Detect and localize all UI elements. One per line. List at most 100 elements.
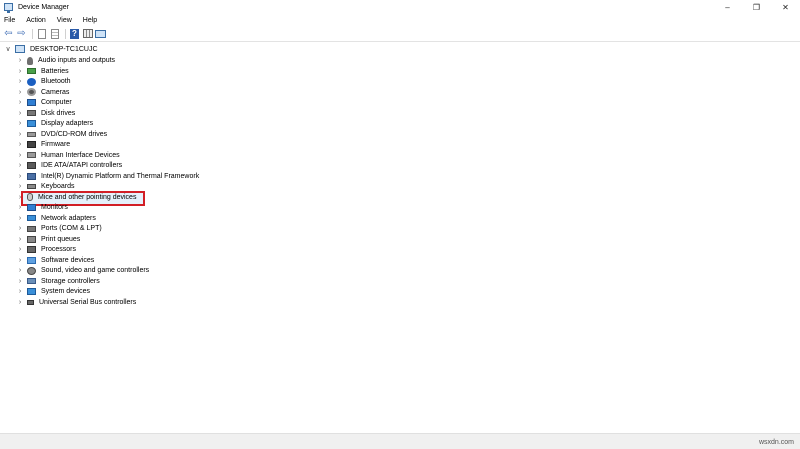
tree-item[interactable]: › DVD/CD-ROM drives <box>16 129 107 139</box>
scan-monitor-icon <box>95 29 106 38</box>
chevron-right-icon[interactable]: › <box>16 152 24 159</box>
chevron-right-icon[interactable]: › <box>16 120 24 127</box>
chevron-right-icon[interactable]: › <box>16 194 24 201</box>
view-resources-button[interactable] <box>82 28 93 39</box>
help-icon: ? <box>70 28 79 39</box>
tree-item[interactable]: › Batteries <box>16 66 69 76</box>
chevron-right-icon[interactable]: › <box>16 183 24 190</box>
chevron-right-icon[interactable]: › <box>16 278 24 285</box>
hid-icon <box>27 152 36 158</box>
forward-button[interactable]: ⇨ <box>16 28 27 39</box>
chevron-right-icon[interactable]: › <box>16 57 24 64</box>
tree-item[interactable]: › Keyboards <box>16 182 75 192</box>
monitor-icon <box>27 204 36 211</box>
properties-button[interactable] <box>49 28 60 39</box>
tree-item[interactable]: › System devices <box>16 287 90 297</box>
tree-item[interactable]: › Sound, video and game controllers <box>16 266 149 276</box>
chevron-right-icon[interactable]: › <box>16 225 24 232</box>
dvd-drive-icon <box>27 131 36 137</box>
chevron-right-icon[interactable]: › <box>16 99 24 106</box>
bluetooth-icon <box>27 77 36 86</box>
chevron-right-icon[interactable]: › <box>16 68 24 75</box>
menu-file[interactable]: File <box>4 17 15 24</box>
chevron-right-icon[interactable]: › <box>16 299 24 306</box>
status-bar <box>0 438 800 449</box>
chevron-right-icon[interactable]: › <box>16 204 24 211</box>
tree-item[interactable]: › Bluetooth <box>16 77 71 87</box>
battery-icon <box>27 68 36 74</box>
tree-item[interactable]: › Universal Serial Bus controllers <box>16 297 136 307</box>
tree-item-label: System devices <box>41 288 91 295</box>
tree-item[interactable]: › Display adapters <box>16 119 93 129</box>
title-bar: Device Manager – ❐ ✕ <box>0 0 800 14</box>
chevron-right-icon[interactable]: › <box>16 236 24 243</box>
chevron-right-icon[interactable]: › <box>16 89 24 96</box>
tree-item[interactable]: › Cameras <box>16 87 69 97</box>
chevron-right-icon[interactable]: › <box>16 173 24 180</box>
computer-icon <box>27 99 36 106</box>
chevron-right-icon[interactable]: › <box>16 131 24 138</box>
tree-item-label: Batteries <box>41 67 69 75</box>
tree-item[interactable]: › Monitors <box>16 203 68 213</box>
disk-drive-icon <box>27 110 36 116</box>
tree-item[interactable]: › Audio inputs and outputs <box>16 56 115 66</box>
help-button[interactable]: ? <box>69 28 80 39</box>
tree-item-label: IDE ATA/ATAPI controllers <box>41 162 123 169</box>
close-button[interactable]: ✕ <box>771 0 800 14</box>
tree-item[interactable]: › Disk drives <box>16 108 75 118</box>
menu-help[interactable]: Help <box>83 17 97 24</box>
tree-item-label: Human Interface Devices <box>41 151 120 159</box>
console-tree-icon <box>37 28 46 39</box>
minimize-button[interactable]: – <box>713 0 742 14</box>
show-hide-console-button[interactable] <box>36 28 47 39</box>
tree-item-label: Firmware <box>41 141 71 148</box>
tree-item[interactable]: › Storage controllers <box>16 276 100 286</box>
ide-controller-icon <box>27 162 36 169</box>
back-button[interactable]: ⇦ <box>3 28 14 39</box>
tree-item-selected[interactable]: › Mice and other pointing devices <box>16 192 136 202</box>
tree-item[interactable]: › Ports (COM & LPT) <box>16 224 102 234</box>
scan-hardware-button[interactable] <box>95 28 106 39</box>
tree-item[interactable]: › Software devices <box>16 255 94 265</box>
tree-item-label: Software devices <box>41 256 95 264</box>
tree-item-label: Intel(R) Dynamic Platform and Thermal Fr… <box>41 172 200 180</box>
tree-item[interactable]: › Human Interface Devices <box>16 150 120 160</box>
tree-item-label: Processors <box>41 246 77 253</box>
tree-item-label: Print queues <box>41 235 81 243</box>
tree-item-label: Universal Serial Bus controllers <box>39 298 137 306</box>
tree-item[interactable]: › Computer <box>16 98 72 108</box>
tree-item-label: Mice and other pointing devices <box>38 193 137 201</box>
tree-root[interactable]: ∨ DESKTOP-TC1CUJC <box>4 44 98 54</box>
watermark-text: wsxdn.com <box>758 439 794 446</box>
chevron-right-icon[interactable]: › <box>16 288 24 295</box>
menu-action[interactable]: Action <box>26 17 45 24</box>
properties-icon <box>50 28 59 39</box>
chevron-right-icon[interactable]: › <box>16 78 24 85</box>
grid-icon <box>82 29 93 38</box>
restore-button[interactable]: ❐ <box>742 0 771 14</box>
window-title: Device Manager <box>18 3 69 11</box>
window-controls: – ❐ ✕ <box>713 0 800 14</box>
chevron-right-icon[interactable]: › <box>16 141 24 148</box>
chevron-right-icon[interactable]: › <box>16 257 24 264</box>
menu-bar: File Action View Help <box>0 14 800 26</box>
tree-item[interactable]: › Print queues <box>16 234 80 244</box>
intel-framework-icon <box>27 172 36 180</box>
chevron-right-icon[interactable]: › <box>16 215 24 222</box>
tree-item[interactable]: › Processors <box>16 245 76 255</box>
tree-item[interactable]: › Network adapters <box>16 213 96 223</box>
chevron-down-icon[interactable]: ∨ <box>4 45 12 53</box>
tree-item[interactable]: › Firmware <box>16 140 70 150</box>
tree-item[interactable]: › IDE ATA/ATAPI controllers <box>16 161 122 171</box>
system-device-icon <box>27 288 36 295</box>
chevron-right-icon[interactable]: › <box>16 246 24 253</box>
tree-item[interactable]: › Intel(R) Dynamic Platform and Thermal F… <box>16 171 199 181</box>
chevron-right-icon[interactable]: › <box>16 267 24 274</box>
tree-item-label: Display adapters <box>41 120 94 127</box>
network-adapter-icon <box>27 215 36 221</box>
tree-item-label: Ports (COM & LPT) <box>41 225 102 232</box>
chevron-right-icon[interactable]: › <box>16 162 24 169</box>
tree-root-label: DESKTOP-TC1CUJC <box>30 45 98 53</box>
chevron-right-icon[interactable]: › <box>16 110 24 117</box>
menu-view[interactable]: View <box>57 17 72 24</box>
